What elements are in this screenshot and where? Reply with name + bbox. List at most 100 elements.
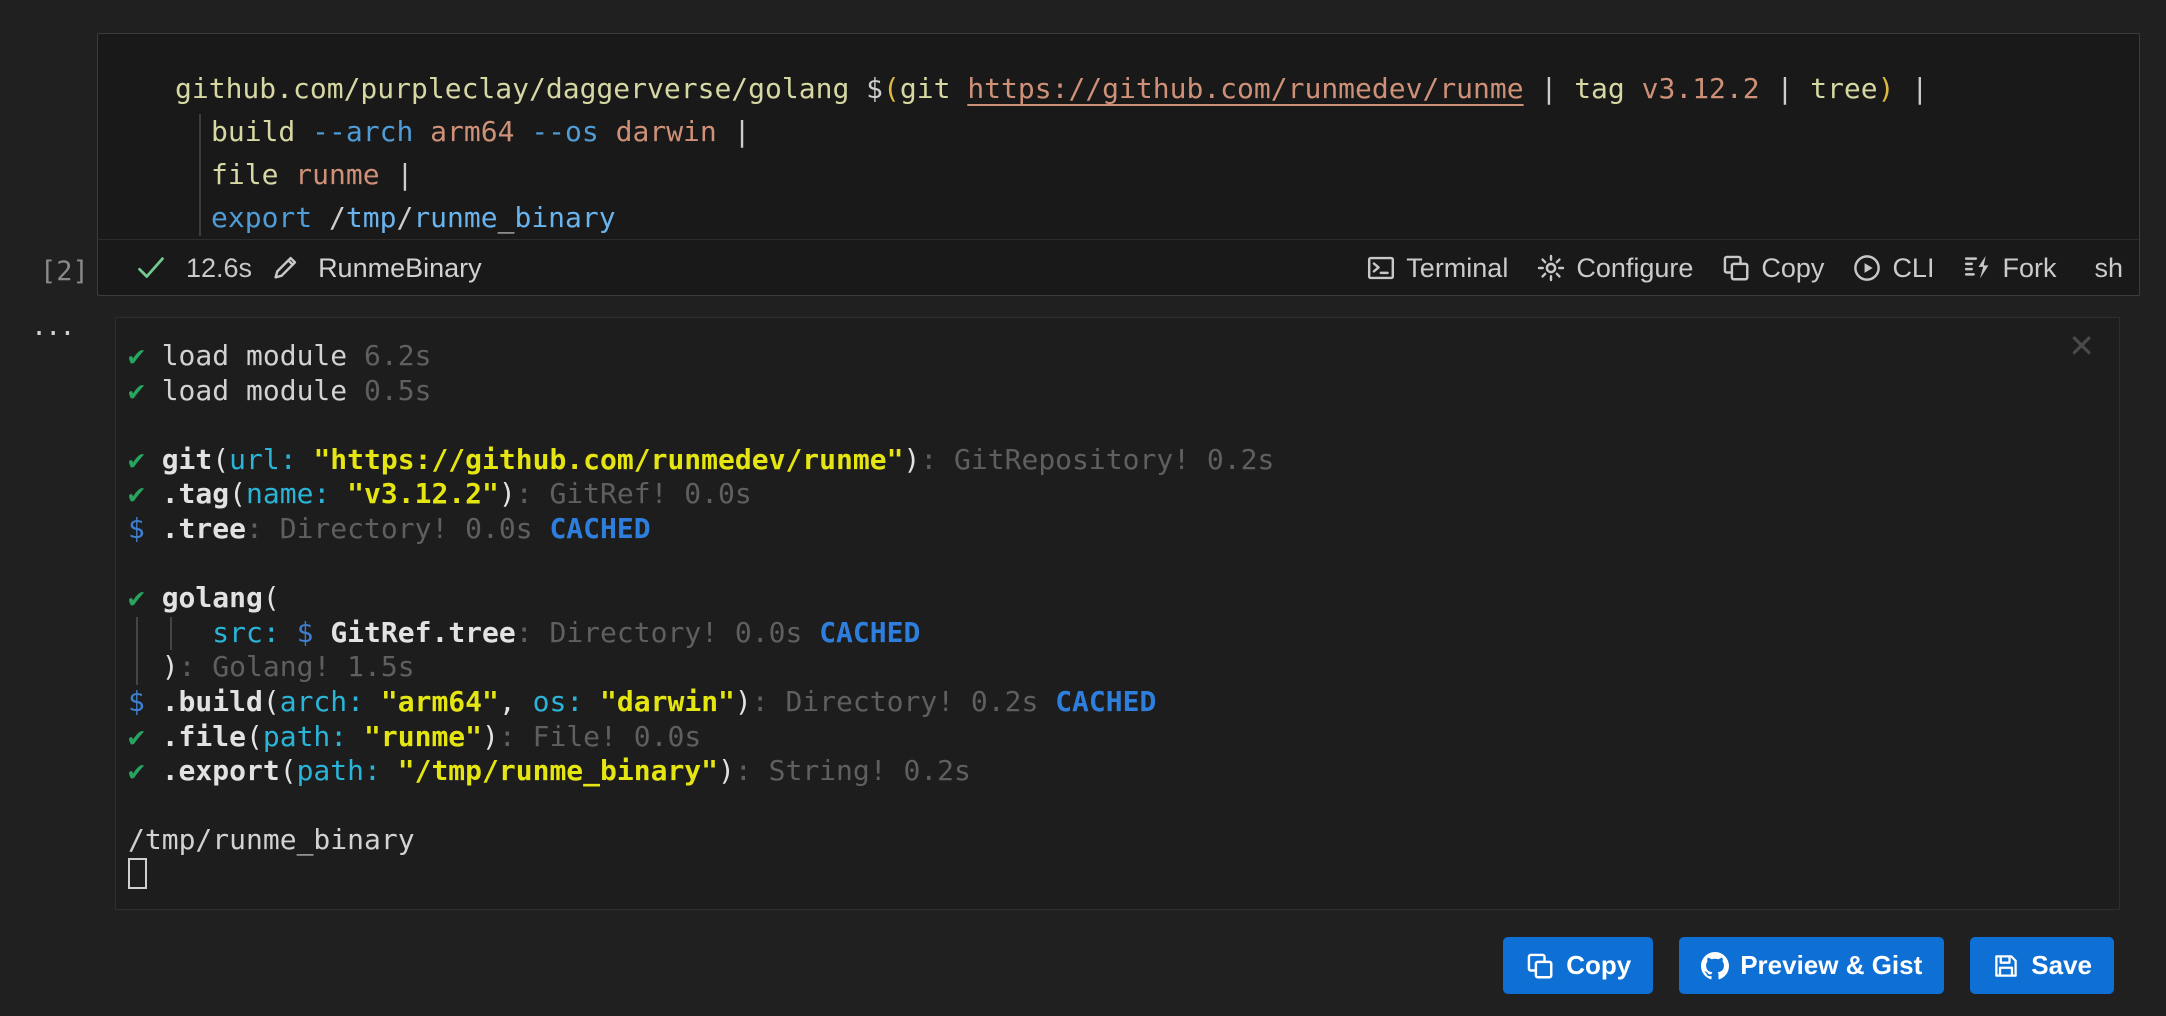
- save-button[interactable]: Save: [1970, 937, 2114, 994]
- output-line: [128, 789, 2079, 824]
- code-line: github.com/purpleclay/daggerverse/golang…: [175, 67, 2139, 110]
- terminal-button[interactable]: Terminal: [1366, 253, 1508, 284]
- text-segment: [599, 115, 616, 148]
- text-segment: path:: [297, 754, 381, 787]
- output-line: ): Golang! 1.5s: [128, 650, 2079, 685]
- output-line: /tmp/runme_binary: [128, 823, 2079, 858]
- play-circle-icon: [1852, 253, 1882, 283]
- copy-output-button[interactable]: Copy: [1503, 937, 1653, 994]
- button-label: Copy: [1566, 950, 1631, 981]
- text-segment: 6.2s: [364, 339, 431, 372]
- save-icon: [1992, 952, 2020, 980]
- text-segment: path:: [263, 720, 347, 753]
- output-line: ✔ .file(path: "runme"): File! 0.0s: [128, 720, 2079, 755]
- text-segment: tag: [1574, 72, 1641, 105]
- fork-button[interactable]: Fork: [1962, 253, 2056, 284]
- text-segment: : GitRepository! 0.2s: [920, 443, 1274, 476]
- text-segment: |: [380, 158, 414, 191]
- text-segment: (: [263, 581, 280, 614]
- text-segment: build: [211, 115, 312, 148]
- text-segment: $: [128, 512, 162, 547]
- text-segment: ✔: [128, 374, 162, 409]
- text-segment: "https://github.com/runmedev/runme": [313, 443, 903, 476]
- pencil-icon[interactable]: [270, 253, 300, 283]
- github-icon: [1701, 952, 1729, 980]
- copy-icon: [1721, 253, 1751, 283]
- text-segment: load module: [162, 339, 364, 372]
- text-segment: darwin: [616, 115, 717, 148]
- close-icon[interactable]: ✕: [2068, 330, 2095, 362]
- preview-gist-button[interactable]: Preview & Gist: [1679, 937, 1944, 994]
- text-segment: [514, 115, 531, 148]
- text-segment: tmp: [346, 201, 397, 234]
- button-label: Save: [2031, 950, 2092, 981]
- text-segment: /: [329, 201, 346, 234]
- check-icon: [134, 251, 168, 285]
- text-segment: ✔: [128, 339, 162, 374]
- text-segment: "arm64": [381, 685, 499, 718]
- text-segment: [297, 443, 314, 476]
- text-segment: "/tmp/runme_binary": [398, 754, 718, 787]
- output-toolbar: Copy Preview & Gist Save: [1503, 937, 2114, 994]
- text-segment: golang: [162, 581, 263, 614]
- text-segment: /: [396, 201, 413, 234]
- kebab-menu-icon[interactable]: ···: [34, 314, 77, 352]
- text-segment: "runme": [364, 720, 482, 753]
- output-line: [128, 858, 2079, 894]
- text-segment: os:: [533, 685, 584, 718]
- copy-icon: [1525, 951, 1555, 981]
- text-segment: https://github.com/runmedev/runme: [967, 72, 1523, 105]
- text-segment: [381, 754, 398, 787]
- text-segment: CACHED: [1055, 685, 1156, 718]
- text-segment: (: [246, 720, 263, 753]
- text-segment: (: [883, 72, 900, 105]
- text-segment: ,: [499, 685, 533, 718]
- text-segment: [128, 650, 162, 683]
- action-label: Fork: [2002, 253, 2056, 284]
- text-segment: : Golang! 1.5s: [179, 650, 415, 683]
- text-segment: src:: [212, 616, 279, 649]
- text-segment: [313, 616, 330, 649]
- text-segment: ): [499, 477, 516, 510]
- text-segment: GitRef.tree: [330, 616, 515, 649]
- text-segment: "darwin": [600, 685, 735, 718]
- text-segment: .file: [162, 720, 246, 753]
- text-segment: git: [162, 443, 213, 476]
- execution-count: [2]: [40, 256, 89, 287]
- action-label: CLI: [1892, 253, 1934, 284]
- action-label: Configure: [1576, 253, 1693, 284]
- text-segment: [280, 616, 297, 649]
- output-line: [128, 408, 2079, 443]
- text-segment: [583, 685, 600, 718]
- text-segment: : Directory! 0.0s: [516, 616, 819, 649]
- cli-button[interactable]: CLI: [1852, 253, 1934, 284]
- text-segment: CACHED: [549, 512, 650, 545]
- text-segment: runme: [413, 201, 497, 234]
- text-segment: .tree: [162, 512, 246, 545]
- copy-button[interactable]: Copy: [1721, 253, 1824, 284]
- code-editor[interactable]: github.com/purpleclay/daggerverse/golang…: [98, 34, 2139, 239]
- text-segment: /tmp/runme_binary: [128, 823, 415, 856]
- cell-actions: Terminal Configure Copy CLI Fork sh: [1366, 253, 2123, 284]
- language-label[interactable]: sh: [2094, 253, 2123, 284]
- cell-name[interactable]: RunmeBinary: [318, 253, 482, 284]
- configure-button[interactable]: Configure: [1536, 253, 1693, 284]
- text-segment: : File! 0.0s: [499, 720, 701, 753]
- text-segment: github.com/purpleclay/daggerverse/golang: [175, 72, 866, 105]
- action-label: Terminal: [1406, 253, 1508, 284]
- cell-status-left: 12.6s RunmeBinary: [134, 251, 482, 285]
- output-line: ✔ load module 6.2s: [128, 339, 2079, 374]
- text-segment: tree: [1810, 72, 1877, 105]
- text-segment: ✔: [128, 443, 162, 478]
- terminal-output[interactable]: ✔ load module 6.2s✔ load module 0.5s ✔ g…: [116, 318, 2119, 909]
- text-segment: "v3.12.2": [347, 477, 499, 510]
- text-segment: url:: [229, 443, 296, 476]
- text-segment: [364, 685, 381, 718]
- text-segment: ): [718, 754, 735, 787]
- text-segment: 0.5s: [364, 374, 431, 407]
- cell-output: ✔ load module 6.2s✔ load module 0.5s ✔ g…: [115, 317, 2120, 910]
- output-line: src: $ GitRef.tree: Directory! 0.0s CACH…: [128, 616, 2079, 651]
- text-segment: load module: [162, 374, 364, 407]
- text-segment: (: [229, 477, 246, 510]
- text-segment: |: [1760, 72, 1811, 105]
